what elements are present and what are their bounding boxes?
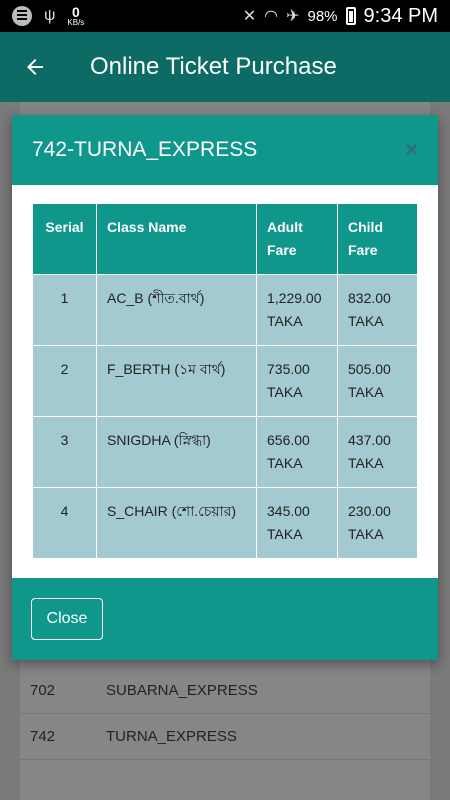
cell-serial: 4: [32, 487, 97, 559]
cell-class-name: F_BERTH (১ম বার্থ): [96, 345, 257, 417]
column-header-child-fare: Child Fare: [337, 203, 418, 275]
cell-adult-fare: 656.00 TAKA: [256, 416, 338, 488]
dialog-title: 742-TURNA_EXPRESS: [32, 138, 258, 161]
train-code: 702: [30, 682, 56, 699]
list-item[interactable]: 742 TURNA_EXPRESS: [20, 714, 430, 760]
cell-class-name: S_CHAIR (শো.চেয়ার): [96, 487, 257, 559]
usb-icon: ψ: [44, 7, 56, 24]
train-name: SUBARNA_EXPRESS: [106, 682, 258, 699]
battery-icon: [345, 7, 356, 25]
column-header-adult-fare: Adult Fare: [256, 203, 338, 275]
cell-serial: 1: [32, 274, 97, 346]
cell-class-name: SNIGDHA (স্নিগ্ধা): [96, 416, 257, 488]
data-speed-indicator: 0 KB/s: [67, 5, 84, 27]
cell-adult-fare: 1,229.00 TAKA: [256, 274, 338, 346]
cell-child-fare: 832.00 TAKA: [337, 274, 418, 346]
fare-dialog: 742-TURNA_EXPRESS × Serial Class Name Ad…: [12, 115, 438, 660]
arrow-left-icon: [27, 59, 43, 75]
cell-child-fare: 437.00 TAKA: [337, 416, 418, 488]
table-row: 1 AC_B (শীত.বার্থ) 1,229.00 TAKA 832.00 …: [32, 274, 418, 346]
dialog-footer: Close: [12, 578, 438, 660]
close-icon[interactable]: ×: [405, 137, 418, 163]
list-item[interactable]: 702 SUBARNA_EXPRESS: [20, 668, 430, 714]
app-bar: Online Ticket Purchase: [0, 32, 450, 102]
column-header-class-name: Class Name: [96, 203, 257, 275]
cell-child-fare: 505.00 TAKA: [337, 345, 418, 417]
dialog-header: 742-TURNA_EXPRESS ×: [12, 115, 438, 185]
data-speed-unit: KB/s: [67, 18, 85, 27]
cell-adult-fare: 345.00 TAKA: [256, 487, 338, 559]
column-header-serial: Serial: [32, 203, 97, 275]
table-row: 4 S_CHAIR (শো.চেয়ার) 345.00 TAKA 230.00…: [32, 487, 418, 559]
table-header-row: Serial Class Name Adult Fare Child Fare: [32, 203, 418, 275]
cell-serial: 3: [32, 416, 97, 488]
wifi-icon: ◠: [264, 8, 279, 25]
dialog-body: Serial Class Name Adult Fare Child Fare …: [12, 185, 438, 578]
table-row: 2 F_BERTH (১ম বার্থ) 735.00 TAKA 505.00 …: [32, 345, 418, 417]
airplane-icon: ✈: [286, 8, 300, 25]
chat-notification-icon: [12, 6, 32, 26]
page-title: Online Ticket Purchase: [90, 53, 337, 80]
cell-adult-fare: 735.00 TAKA: [256, 345, 338, 417]
cell-class-name: AC_B (শীত.বার্থ): [96, 274, 257, 346]
battery-percent: 98%: [307, 7, 338, 25]
clock: 9:34 PM: [363, 4, 438, 27]
train-code: 742: [30, 728, 56, 745]
table-row: 3 SNIGDHA (স্নিগ্ধা) 656.00 TAKA 437.00 …: [32, 416, 418, 488]
status-bar: ψ 0 KB/s ✕ ◠ ✈ 98% 9:34 PM: [0, 0, 450, 32]
train-name: TURNA_EXPRESS: [106, 728, 237, 745]
cell-child-fare: 230.00 TAKA: [337, 487, 418, 559]
close-button[interactable]: Close: [31, 598, 103, 640]
data-speed-value: 0: [71, 4, 80, 20]
cell-serial: 2: [32, 345, 97, 417]
back-button[interactable]: [0, 32, 70, 102]
fare-table: Serial Class Name Adult Fare Child Fare …: [32, 203, 418, 559]
mute-icon: ✕: [242, 8, 257, 25]
